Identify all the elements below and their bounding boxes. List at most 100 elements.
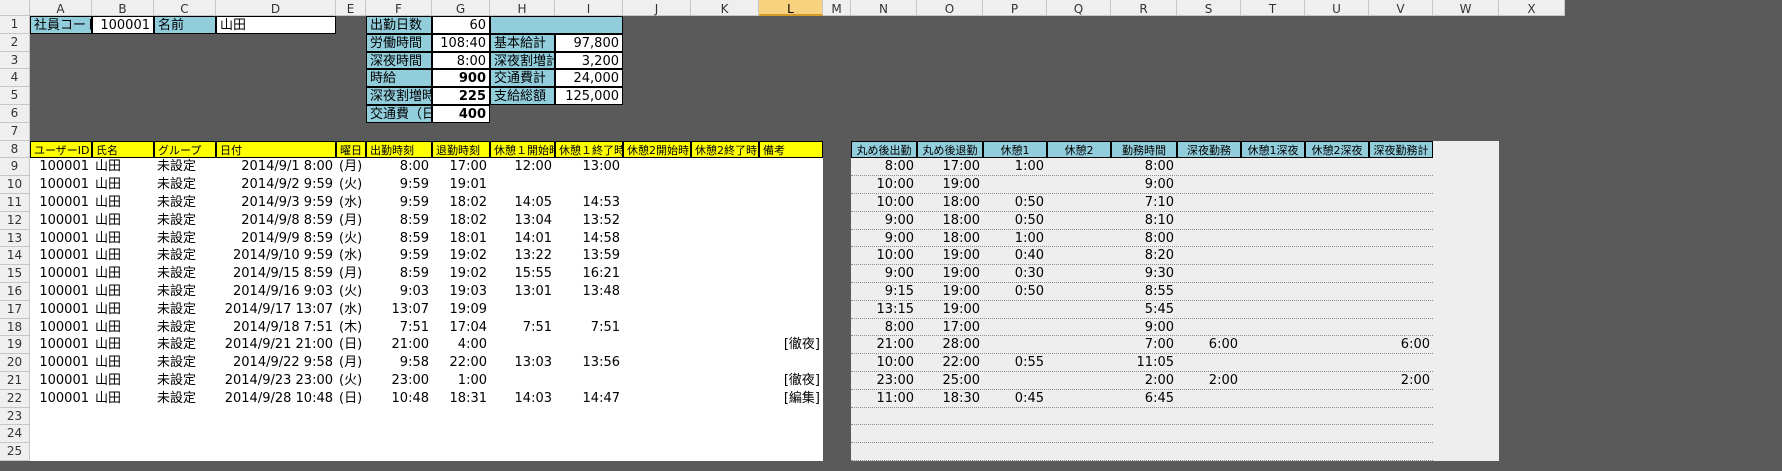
calc-cell[interactable] — [1241, 390, 1305, 408]
attendance-cell[interactable]: 7:51 — [366, 319, 432, 337]
attendance-cell[interactable]: [徹夜] — [759, 336, 823, 354]
calc-cell[interactable]: 10:00 — [851, 194, 917, 212]
calc-cell[interactable] — [1047, 319, 1111, 337]
calc-cell[interactable] — [1369, 265, 1433, 283]
attendance-cell[interactable] — [490, 336, 555, 354]
calc-cell[interactable] — [1047, 176, 1111, 194]
calc-cell[interactable]: 9:00 — [851, 212, 917, 230]
attendance-cell[interactable]: (水) — [336, 301, 366, 319]
attendance-cell[interactable]: 100001 — [30, 372, 92, 390]
attendance-cell[interactable]: [編集] — [759, 390, 823, 408]
attendance-cell[interactable]: 1:00 — [432, 372, 490, 390]
attendance-cell[interactable] — [623, 372, 691, 390]
attendance-cell[interactable] — [623, 194, 691, 212]
attendance-cell[interactable]: 19:03 — [432, 283, 490, 301]
calc-header-cell[interactable]: 丸め後出勤 — [851, 140, 917, 159]
attendance-header-cell[interactable]: グループ — [154, 140, 216, 159]
attendance-header-cell[interactable]: 休憩2終了時刻 — [691, 140, 759, 159]
attendance-cell[interactable]: 13:07 — [366, 301, 432, 319]
attendance-header-cell[interactable]: 日付 — [216, 140, 336, 159]
calc-cell[interactable] — [1047, 230, 1111, 248]
attendance-cell[interactable]: 未設定 — [154, 265, 216, 283]
calc-cell[interactable]: 2:00 — [1369, 372, 1433, 390]
attendance-cell[interactable]: (日) — [336, 336, 366, 354]
calc-cell[interactable] — [1305, 230, 1369, 248]
attendance-cell[interactable] — [691, 372, 759, 390]
row-header-17[interactable]: 17 — [0, 300, 30, 319]
calc-cell[interactable] — [1369, 176, 1433, 194]
column-header-w[interactable]: W — [1433, 0, 1499, 16]
calc-cell[interactable] — [1241, 176, 1305, 194]
row-header-21[interactable]: 21 — [0, 372, 30, 390]
attendance-header-cell[interactable]: 休憩１終了時刻 — [555, 140, 623, 159]
calc-cell[interactable]: 5:45 — [1111, 301, 1177, 319]
calc-cell[interactable]: 8:00 — [1111, 230, 1177, 248]
attendance-cell[interactable] — [623, 354, 691, 372]
attendance-cell[interactable]: 山田 — [92, 265, 154, 283]
employee-code-value[interactable]: 100001 — [92, 16, 154, 34]
attendance-cell[interactable]: 18:02 — [432, 212, 490, 230]
attendance-cell[interactable]: 未設定 — [154, 319, 216, 337]
attendance-cell[interactable]: 14:01 — [490, 230, 555, 248]
calc-cell[interactable] — [983, 176, 1047, 194]
attendance-cell[interactable]: 7:51 — [490, 319, 555, 337]
calc-cell[interactable]: 8:10 — [1111, 212, 1177, 230]
column-header-a[interactable]: A — [30, 0, 92, 16]
calc-cell[interactable]: 7:10 — [1111, 194, 1177, 212]
attendance-cell[interactable]: (火) — [336, 176, 366, 194]
calc-cell[interactable]: 18:30 — [917, 390, 983, 408]
attendance-cell[interactable]: 未設定 — [154, 212, 216, 230]
calc-cell[interactable] — [983, 372, 1047, 390]
column-header-f[interactable]: F — [366, 0, 432, 16]
attendance-cell[interactable]: 100001 — [30, 265, 92, 283]
attendance-cell[interactable] — [623, 265, 691, 283]
calc-cell[interactable] — [1177, 158, 1241, 176]
row-header-22[interactable]: 22 — [0, 389, 30, 408]
calc-cell[interactable]: 6:00 — [1369, 336, 1433, 354]
attendance-cell[interactable]: 100001 — [30, 212, 92, 230]
calc-cell[interactable] — [1177, 230, 1241, 248]
attendance-cell[interactable]: 7:51 — [555, 319, 623, 337]
attendance-cell[interactable] — [623, 158, 691, 176]
calc-cell[interactable]: 2:00 — [1177, 372, 1241, 390]
calc-cell[interactable] — [1047, 390, 1111, 408]
attendance-cell[interactable]: 100001 — [30, 176, 92, 194]
attendance-cell[interactable]: (火) — [336, 230, 366, 248]
attendance-cell[interactable] — [623, 247, 691, 265]
row-header-1[interactable]: 1 — [0, 16, 30, 34]
calc-cell[interactable] — [1369, 283, 1433, 301]
calc-cell[interactable]: 0:40 — [983, 247, 1047, 265]
calc-cell[interactable] — [1177, 301, 1241, 319]
attendance-cell[interactable]: 山田 — [92, 230, 154, 248]
attendance-cell[interactable] — [691, 336, 759, 354]
attendance-cell[interactable]: 山田 — [92, 283, 154, 301]
attendance-cell[interactable]: 9:03 — [366, 283, 432, 301]
calc-cell[interactable]: 19:00 — [917, 176, 983, 194]
attendance-cell[interactable]: 未設定 — [154, 176, 216, 194]
column-header-m[interactable]: M — [823, 0, 851, 16]
attendance-cell[interactable] — [555, 176, 623, 194]
column-header-l[interactable]: L — [759, 0, 823, 16]
attendance-cell[interactable] — [691, 194, 759, 212]
calc-cell[interactable] — [1047, 265, 1111, 283]
attendance-cell[interactable]: 2014/9/23 23:00 — [216, 372, 336, 390]
calc-cell[interactable]: 0:50 — [983, 212, 1047, 230]
attendance-cell[interactable]: 100001 — [30, 319, 92, 337]
attendance-cell[interactable]: 100001 — [30, 158, 92, 176]
calc-cell[interactable]: 0:50 — [983, 283, 1047, 301]
attendance-cell[interactable] — [555, 372, 623, 390]
calc-cell[interactable]: 19:00 — [917, 247, 983, 265]
calc-cell[interactable] — [1369, 212, 1433, 230]
attendance-cell[interactable]: (木) — [336, 319, 366, 337]
calc-cell[interactable] — [1047, 354, 1111, 372]
attendance-cell[interactable]: 未設定 — [154, 354, 216, 372]
attendance-cell[interactable]: (水) — [336, 247, 366, 265]
calc-cell[interactable] — [1241, 194, 1305, 212]
attendance-cell[interactable] — [623, 301, 691, 319]
calc-cell[interactable] — [1305, 247, 1369, 265]
row-header-8[interactable]: 8 — [0, 140, 30, 159]
attendance-cell[interactable] — [759, 301, 823, 319]
calc-cell[interactable] — [1047, 158, 1111, 176]
attendance-cell[interactable]: 14:03 — [490, 390, 555, 408]
attendance-cell[interactable]: 8:00 — [366, 158, 432, 176]
